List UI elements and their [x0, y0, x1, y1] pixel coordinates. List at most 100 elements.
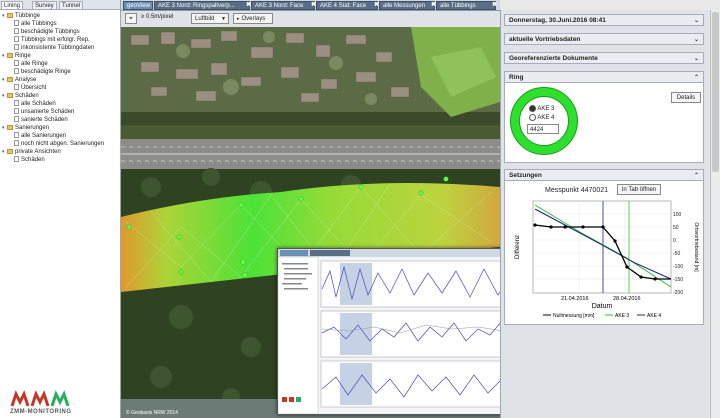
tab-label: alle Tübbings: [440, 3, 476, 9]
close-icon[interactable]: ✖: [431, 1, 436, 8]
tree-item-label: alle Tübbings: [21, 21, 57, 27]
overlays-label: Overlays: [241, 16, 266, 22]
y-tick: -50: [673, 251, 680, 257]
right-info-panel: Donnerstag, 30.Juni.2016 08:41 ⌄ aktuell…: [500, 10, 709, 418]
tab-geoview[interactable]: geoView: [123, 1, 153, 10]
tree-leaf-item[interactable]: noch nicht abgen. Sanierungen: [14, 140, 104, 148]
tree-folder-item[interactable]: ▾ Analyse: [2, 76, 36, 84]
tree-item-label: alle Sanierungen: [21, 133, 67, 139]
tree-item-label: alle Ringe: [21, 61, 48, 67]
messpunkt-label: Messpunkt 4470021: [545, 187, 609, 194]
logo-text: ZMM-MONITORING: [10, 409, 72, 415]
document-icon: [14, 28, 19, 35]
close-icon[interactable]: ✖: [374, 1, 379, 8]
radio-label: AKE 4: [537, 115, 555, 122]
section-ring[interactable]: Ring ⌃: [504, 71, 704, 83]
plot-area: [532, 200, 672, 294]
map-copyright: © Geobasis NRW 2014: [126, 409, 178, 416]
tab-label: AKE 4 Süd: Face: [320, 3, 367, 9]
tab-ake4-sued-face[interactable]: AKE 4 Süd: Face: [316, 1, 378, 10]
x-tick: 21.04.2016: [561, 296, 589, 302]
tree-item-label: beschädigte Tübbings: [21, 29, 80, 35]
overlays-button[interactable]: ▸ Overlays: [233, 13, 273, 24]
section-setzungen[interactable]: Setzungen ⌃: [504, 169, 704, 181]
section-title: Setzungen: [509, 172, 542, 179]
section-title: Ring: [509, 74, 524, 81]
close-icon[interactable]: ✖: [492, 1, 497, 8]
monitoring-screenshot-image: [277, 249, 500, 415]
layer-select[interactable]: Luftbild ▼: [191, 13, 229, 24]
tree-folder-item[interactable]: ▾ Sanierungen: [2, 124, 49, 132]
tree-item-label: sanierte Schäden: [21, 117, 68, 123]
tree-folder-item[interactable]: ▾ Tübbinge: [2, 12, 40, 20]
folder-icon: [7, 92, 13, 98]
tab-survey[interactable]: Survey: [32, 1, 57, 9]
document-icon: [14, 116, 19, 123]
folder-icon: [7, 12, 13, 18]
tree-folder-item[interactable]: ▾ Ringe: [2, 52, 31, 60]
section-vortriebsdaten[interactable]: aktuelle Vortriebsdaten ⌄: [504, 33, 704, 45]
section-date[interactable]: Donnerstag, 30.Juni.2016 08:41 ⌄: [504, 14, 704, 26]
y-axis-right-label: Ortsvortriebsstand [m]: [693, 222, 699, 272]
tree-leaf-item[interactable]: inkonsistente Tübbingdaten: [14, 44, 94, 52]
tree-item-label: alle Schäden: [21, 101, 56, 107]
close-icon[interactable]: ✖: [311, 1, 316, 8]
tree-leaf-item[interactable]: sanierte Schäden: [14, 116, 68, 124]
radio-label: AKE 3: [537, 106, 555, 113]
tree-folder-item[interactable]: ▾ private Ansichten: [2, 148, 61, 156]
tree-item-label: unsanierte Schäden: [21, 109, 75, 115]
tree-leaf-item[interactable]: beschädigte Tübbings: [14, 28, 80, 36]
embedded-monitoring-screenshot: [277, 248, 500, 415]
tab-label: geoView: [127, 3, 150, 9]
tree-leaf-item[interactable]: alle Ringe: [14, 60, 48, 68]
tree-leaf-item[interactable]: alle Schäden: [14, 100, 56, 108]
section-georef-dokumente[interactable]: Georeferenzierte Dokumente ⌄: [504, 52, 704, 64]
folder-icon: [7, 76, 13, 82]
y-tick: -200: [673, 290, 683, 296]
tab-lining[interactable]: Lining: [1, 1, 24, 9]
tree-item-label: Schäden: [21, 157, 45, 163]
zoom-icon[interactable]: ⌖: [125, 13, 137, 24]
setzungen-section-body: Messpunkt 4470021 In Tab öffnen Differen…: [504, 181, 704, 325]
tree-leaf-item[interactable]: Tübbings mit erfolgr. Rep.: [14, 36, 90, 44]
tab-alle-tuebbings[interactable]: alle Tübbings: [436, 1, 496, 10]
tab-ake3-nord-face[interactable]: AKE 3 Nord: Face: [251, 1, 315, 10]
map-toolbar: ⌖ ≥ 0.5m/pixel Luftbild ▼ ▸ Overlays: [121, 11, 500, 28]
tree-leaf-item[interactable]: Schäden: [14, 156, 45, 164]
tab-label: AKE 3 Nord: Face: [255, 3, 304, 9]
editor-tab-bar: geoView AKE 3 Nord: Ringspaltverp... AKE…: [121, 0, 500, 11]
tree-leaf-item[interactable]: alle Tübbings: [14, 20, 57, 28]
tab-ake3-nord-ringspalt[interactable]: AKE 3 Nord: Ringspaltverp...: [154, 1, 250, 10]
tree-item-label: inkonsistente Tübbingdaten: [21, 45, 95, 51]
y-tick: 50: [673, 225, 679, 231]
play-icon: ▸: [237, 16, 240, 22]
ring-indicator: AKE 3 AKE 4 4424: [510, 87, 578, 155]
open-in-tab-button[interactable]: In Tab öffnen: [617, 184, 661, 195]
tree-item-label: Tübbings mit erfolgr. Rep.: [21, 37, 90, 43]
tab-tunnel[interactable]: Tunnel: [59, 1, 84, 9]
x-axis-label: Datum: [592, 303, 613, 310]
vertical-scrollbar[interactable]: [710, 10, 720, 418]
tree-leaf-item[interactable]: alle Sanierungen: [14, 132, 66, 140]
tree-leaf-item[interactable]: Übersicht: [14, 84, 46, 92]
scrollbar-thumb[interactable]: [712, 12, 719, 172]
tree-leaf-item[interactable]: beschädigte Ringe: [14, 68, 71, 76]
details-button[interactable]: Details: [671, 92, 701, 103]
document-icon: [14, 84, 19, 91]
company-logo: ZMM-MONITORING: [8, 388, 108, 416]
aerial-map-view[interactable]: © Geobasis NRW 2014: [121, 27, 500, 418]
tab-alle-messungen[interactable]: alle Messungen: [379, 1, 435, 10]
ring-number-field[interactable]: 4424: [527, 124, 559, 134]
tree-item-label: Tübbinge: [15, 13, 41, 19]
tree-folder-item[interactable]: ▾ Schäden: [2, 92, 39, 100]
left-tab-bar: Lining Survey Tunnel: [0, 0, 120, 10]
section-title: Donnerstag, 30.Juni.2016 08:41: [509, 17, 606, 24]
radio-ake3[interactable]: AKE 3: [529, 105, 554, 112]
y-tick: 0: [673, 238, 676, 244]
section-title: Georeferenzierte Dokumente: [509, 55, 598, 62]
tree-leaf-item[interactable]: unsanierte Schäden: [14, 108, 74, 116]
close-icon[interactable]: ✖: [246, 1, 251, 8]
radio-ake4[interactable]: AKE 4: [529, 114, 554, 121]
legend-ake4: AKE 4: [647, 313, 661, 319]
left-navigation-panel: Lining Survey Tunnel ▾ Tübbinge alle Tübbi…: [0, 0, 121, 418]
